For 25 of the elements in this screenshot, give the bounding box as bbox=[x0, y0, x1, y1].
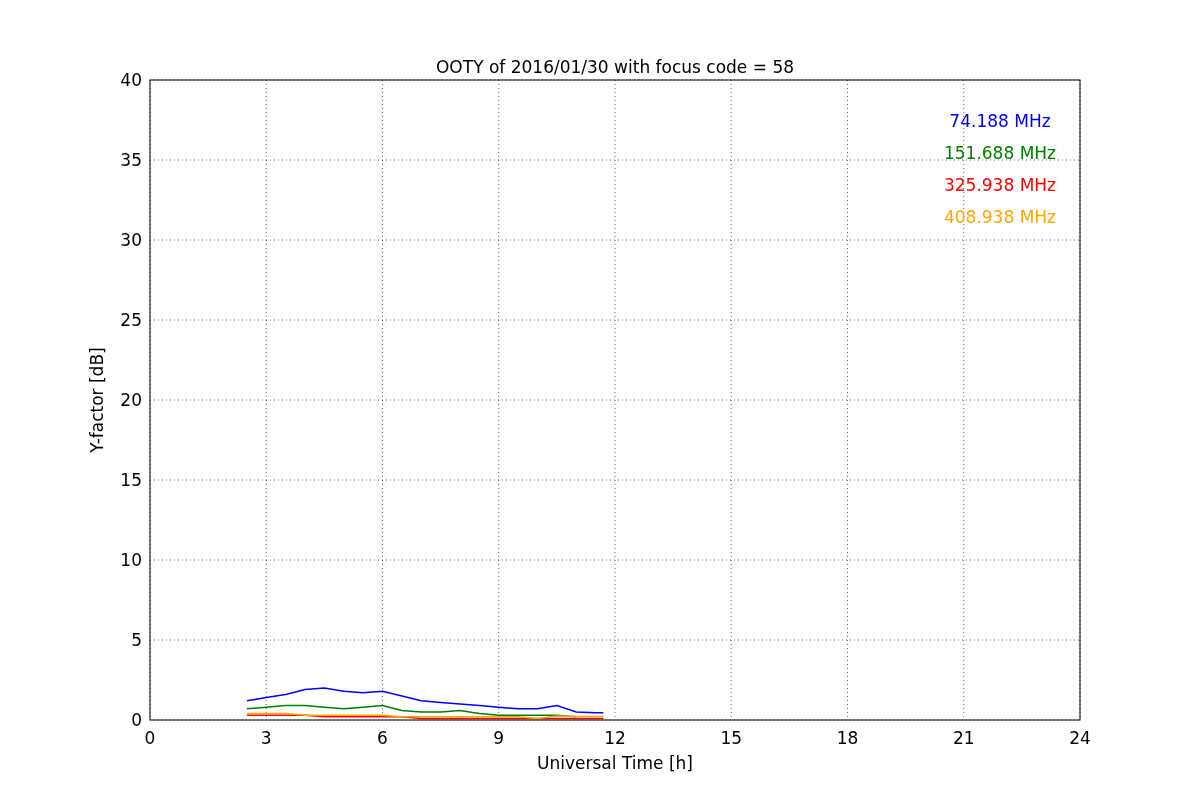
x-tick-label: 21 bbox=[952, 728, 975, 748]
y-tick-label: 40 bbox=[120, 70, 142, 90]
x-tick-label: 15 bbox=[720, 728, 743, 748]
x-tick-label: 24 bbox=[1069, 728, 1091, 748]
y-tick-label: 10 bbox=[120, 550, 142, 570]
x-tick-label: 6 bbox=[377, 728, 388, 748]
x-tick-label: 9 bbox=[493, 728, 505, 748]
legend-label: 74.188 MHz bbox=[949, 111, 1051, 131]
y-axis-label: Y-factor [dB] bbox=[87, 347, 107, 453]
y-tick-label: 25 bbox=[120, 310, 142, 330]
x-axis-label: Universal Time [h] bbox=[537, 753, 693, 773]
x-tick-label: 3 bbox=[260, 728, 272, 748]
y-tick-label: 5 bbox=[131, 630, 142, 650]
y-tick-label: 35 bbox=[120, 150, 142, 170]
y-tick-label: 20 bbox=[120, 390, 142, 410]
chart-title: OOTY of 2016/01/30 with focus code = 58 bbox=[436, 57, 794, 77]
x-tick-label: 12 bbox=[604, 728, 626, 748]
legend-label: 408.938 MHz bbox=[943, 207, 1057, 227]
legend-label: 325.938 MHz bbox=[943, 175, 1057, 195]
y-tick-label: 30 bbox=[120, 230, 142, 250]
y-tick-label: 15 bbox=[120, 470, 142, 490]
x-tick-label: 18 bbox=[836, 728, 859, 748]
x-tick-label: 0 bbox=[144, 728, 156, 748]
legend-label: 151.688 MHz bbox=[943, 143, 1057, 163]
y-tick-label: 0 bbox=[131, 710, 142, 730]
